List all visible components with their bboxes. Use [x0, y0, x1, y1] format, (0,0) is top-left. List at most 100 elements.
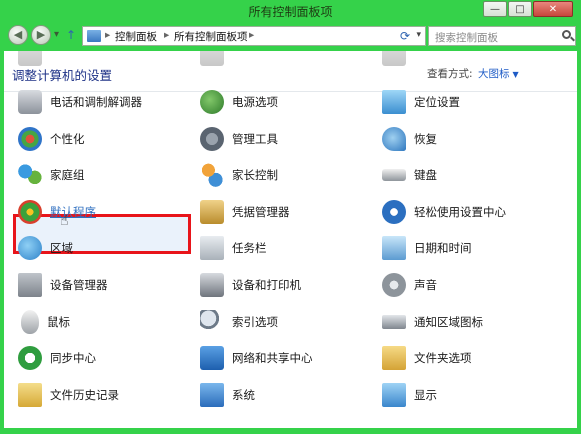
control-panel-item[interactable] [200, 51, 232, 69]
partial-icon [382, 51, 406, 66]
date-time-icon [382, 236, 406, 261]
control-panel-item[interactable]: 家庭组 [18, 160, 85, 190]
control-panel-item-label: 系统 [232, 387, 255, 402]
navigation-bar: ◀ ▶ ▾ ↑ ▸ 控制面板 ▸ 所有控制面板项 ▸ ▾ ⟳ 搜索控制面板 [4, 24, 577, 48]
refresh-icon[interactable]: ⟳ [396, 26, 414, 46]
view-by-dropdown[interactable]: 大图标 ▼ [478, 66, 519, 81]
control-panel-item-label: 文件历史记录 [50, 387, 119, 402]
control-panel-item-label: 电话和调制解调器 [50, 95, 142, 109]
control-panel-item[interactable]: 鼠标 [18, 307, 70, 337]
control-panel-item-label: 键盘 [414, 168, 437, 183]
control-panel-item[interactable]: 默认程序 ☝ [18, 197, 96, 229]
sync-center-icon [18, 346, 42, 371]
control-panel-item[interactable]: 同步中心 [18, 343, 96, 373]
control-panel-item[interactable]: 日期和时间 [382, 233, 472, 263]
control-panel-item-label: 鼠标 [47, 314, 70, 329]
control-panel-item[interactable]: 恢复 [382, 124, 437, 154]
recovery-icon [382, 126, 406, 151]
control-panel-item[interactable]: 键盘 [382, 160, 437, 190]
address-dropdown-icon[interactable]: ▾ [416, 30, 421, 40]
power-options-icon [200, 90, 224, 114]
control-panel-item-label: 日期和时间 [414, 241, 472, 256]
control-panel-item[interactable]: 任务栏 [200, 233, 267, 263]
search-icon[interactable] [562, 30, 571, 39]
credential-manager-icon [200, 199, 224, 224]
breadcrumb-all-items[interactable]: 所有控制面板项 [174, 29, 248, 44]
phone-modem-icon [18, 90, 42, 114]
keyboard-icon [382, 169, 406, 182]
control-panel-item[interactable]: 通知区域图标 [382, 307, 483, 337]
folder-options-icon [382, 346, 406, 371]
control-panel-item-label: 通知区域图标 [414, 314, 483, 329]
control-panel-item-label: 索引选项 [232, 314, 278, 329]
search-box[interactable]: 搜索控制面板 [428, 26, 576, 46]
control-panel-item[interactable]: 个性化 [18, 124, 85, 154]
minimize-button[interactable]: — [483, 1, 507, 17]
control-panel-item[interactable]: 文件夹选项 [382, 343, 472, 373]
personalization-icon [18, 126, 42, 151]
control-panel-item[interactable]: 轻松使用设置中心 [382, 197, 506, 227]
control-panel-item-label: 显示 [414, 387, 437, 402]
control-panel-item[interactable]: 声音 [382, 270, 437, 300]
control-panel-item[interactable] [18, 51, 50, 69]
view-by-value: 大图标 [478, 68, 510, 80]
control-panel-item[interactable]: 显示 [382, 380, 437, 410]
control-panel-item-label: 电源选项 [232, 95, 278, 109]
control-panel-item-label: 声音 [414, 278, 437, 292]
control-panel-item-label: 文件夹选项 [414, 351, 472, 366]
mouse-icon [21, 309, 39, 334]
forward-button[interactable]: ▶ [31, 25, 51, 45]
breadcrumb-separator: ▸ [249, 29, 255, 41]
control-panel-item-label: 恢复 [414, 131, 437, 146]
file-history-icon [18, 382, 42, 407]
control-panel-item[interactable]: 区域 [18, 233, 73, 263]
control-panel-item-label: 家长控制 [232, 168, 278, 183]
display-icon [382, 382, 406, 407]
back-button[interactable]: ◀ [8, 25, 28, 45]
recent-pages-dropdown[interactable]: ▾ [54, 29, 59, 40]
region-icon [18, 236, 42, 261]
control-panel-item[interactable]: 索引选项 [200, 307, 278, 337]
control-panel-item-label: 轻松使用设置中心 [414, 204, 506, 219]
control-panel-item-label: 网络和共享中心 [232, 351, 313, 366]
network-sharing-icon [200, 346, 224, 371]
device-manager-icon [18, 273, 42, 297]
control-panel-item[interactable]: 定位设置 [382, 87, 460, 117]
control-panel-item[interactable]: 电话和调制解调器 [18, 87, 142, 117]
control-panel-item[interactable]: 设备和打印机 [200, 270, 301, 300]
control-panel-item-label: 区域 [50, 241, 73, 256]
window-controls: — □ ✕ [483, 1, 573, 17]
view-by-label: 查看方式: [427, 68, 473, 80]
control-panel-item[interactable]: 设备管理器 [18, 270, 108, 300]
control-panel-item[interactable]: 文件历史记录 [18, 380, 119, 410]
window-bottom-border [0, 428, 581, 434]
control-panel-item[interactable]: 电源选项 [200, 87, 278, 117]
system-icon [200, 382, 224, 407]
title-bar[interactable]: 所有控制面板项 — □ ✕ [4, 0, 577, 22]
up-button[interactable]: ↑ [66, 28, 76, 42]
taskbar-icon [200, 236, 224, 261]
indexing-options-icon [200, 309, 224, 334]
control-panel-item-label: 设备和打印机 [232, 278, 301, 292]
control-panel-item-label: 个性化 [50, 131, 85, 146]
control-panel-item[interactable]: 网络和共享中心 [200, 343, 313, 373]
control-panel-item[interactable]: 家长控制 [200, 160, 278, 190]
control-panel-item[interactable] [382, 51, 414, 69]
default-programs-icon [18, 199, 42, 224]
breadcrumb-separator: ▸ [105, 29, 111, 41]
close-button[interactable]: ✕ [533, 1, 573, 17]
sound-icon [382, 273, 406, 297]
homegroup-icon [18, 163, 42, 188]
control-panel-item[interactable]: 管理工具 [200, 124, 278, 154]
control-panel-item[interactable]: 凭据管理器 [200, 197, 290, 227]
control-panel-item-label: 家庭组 [50, 168, 85, 183]
address-bar[interactable]: ▸ 控制面板 ▸ 所有控制面板项 ▸ ▾ [82, 26, 426, 46]
control-panel-item[interactable]: 系统 [200, 380, 255, 410]
control-panel-icon [87, 30, 101, 42]
admin-tools-icon [200, 126, 224, 151]
maximize-button[interactable]: □ [508, 1, 532, 17]
breadcrumb-separator: ▸ [164, 29, 170, 41]
breadcrumb-control-panel[interactable]: 控制面板 [115, 29, 157, 44]
partial-icon [18, 51, 42, 66]
hand-cursor-icon: ☝ [60, 212, 69, 229]
